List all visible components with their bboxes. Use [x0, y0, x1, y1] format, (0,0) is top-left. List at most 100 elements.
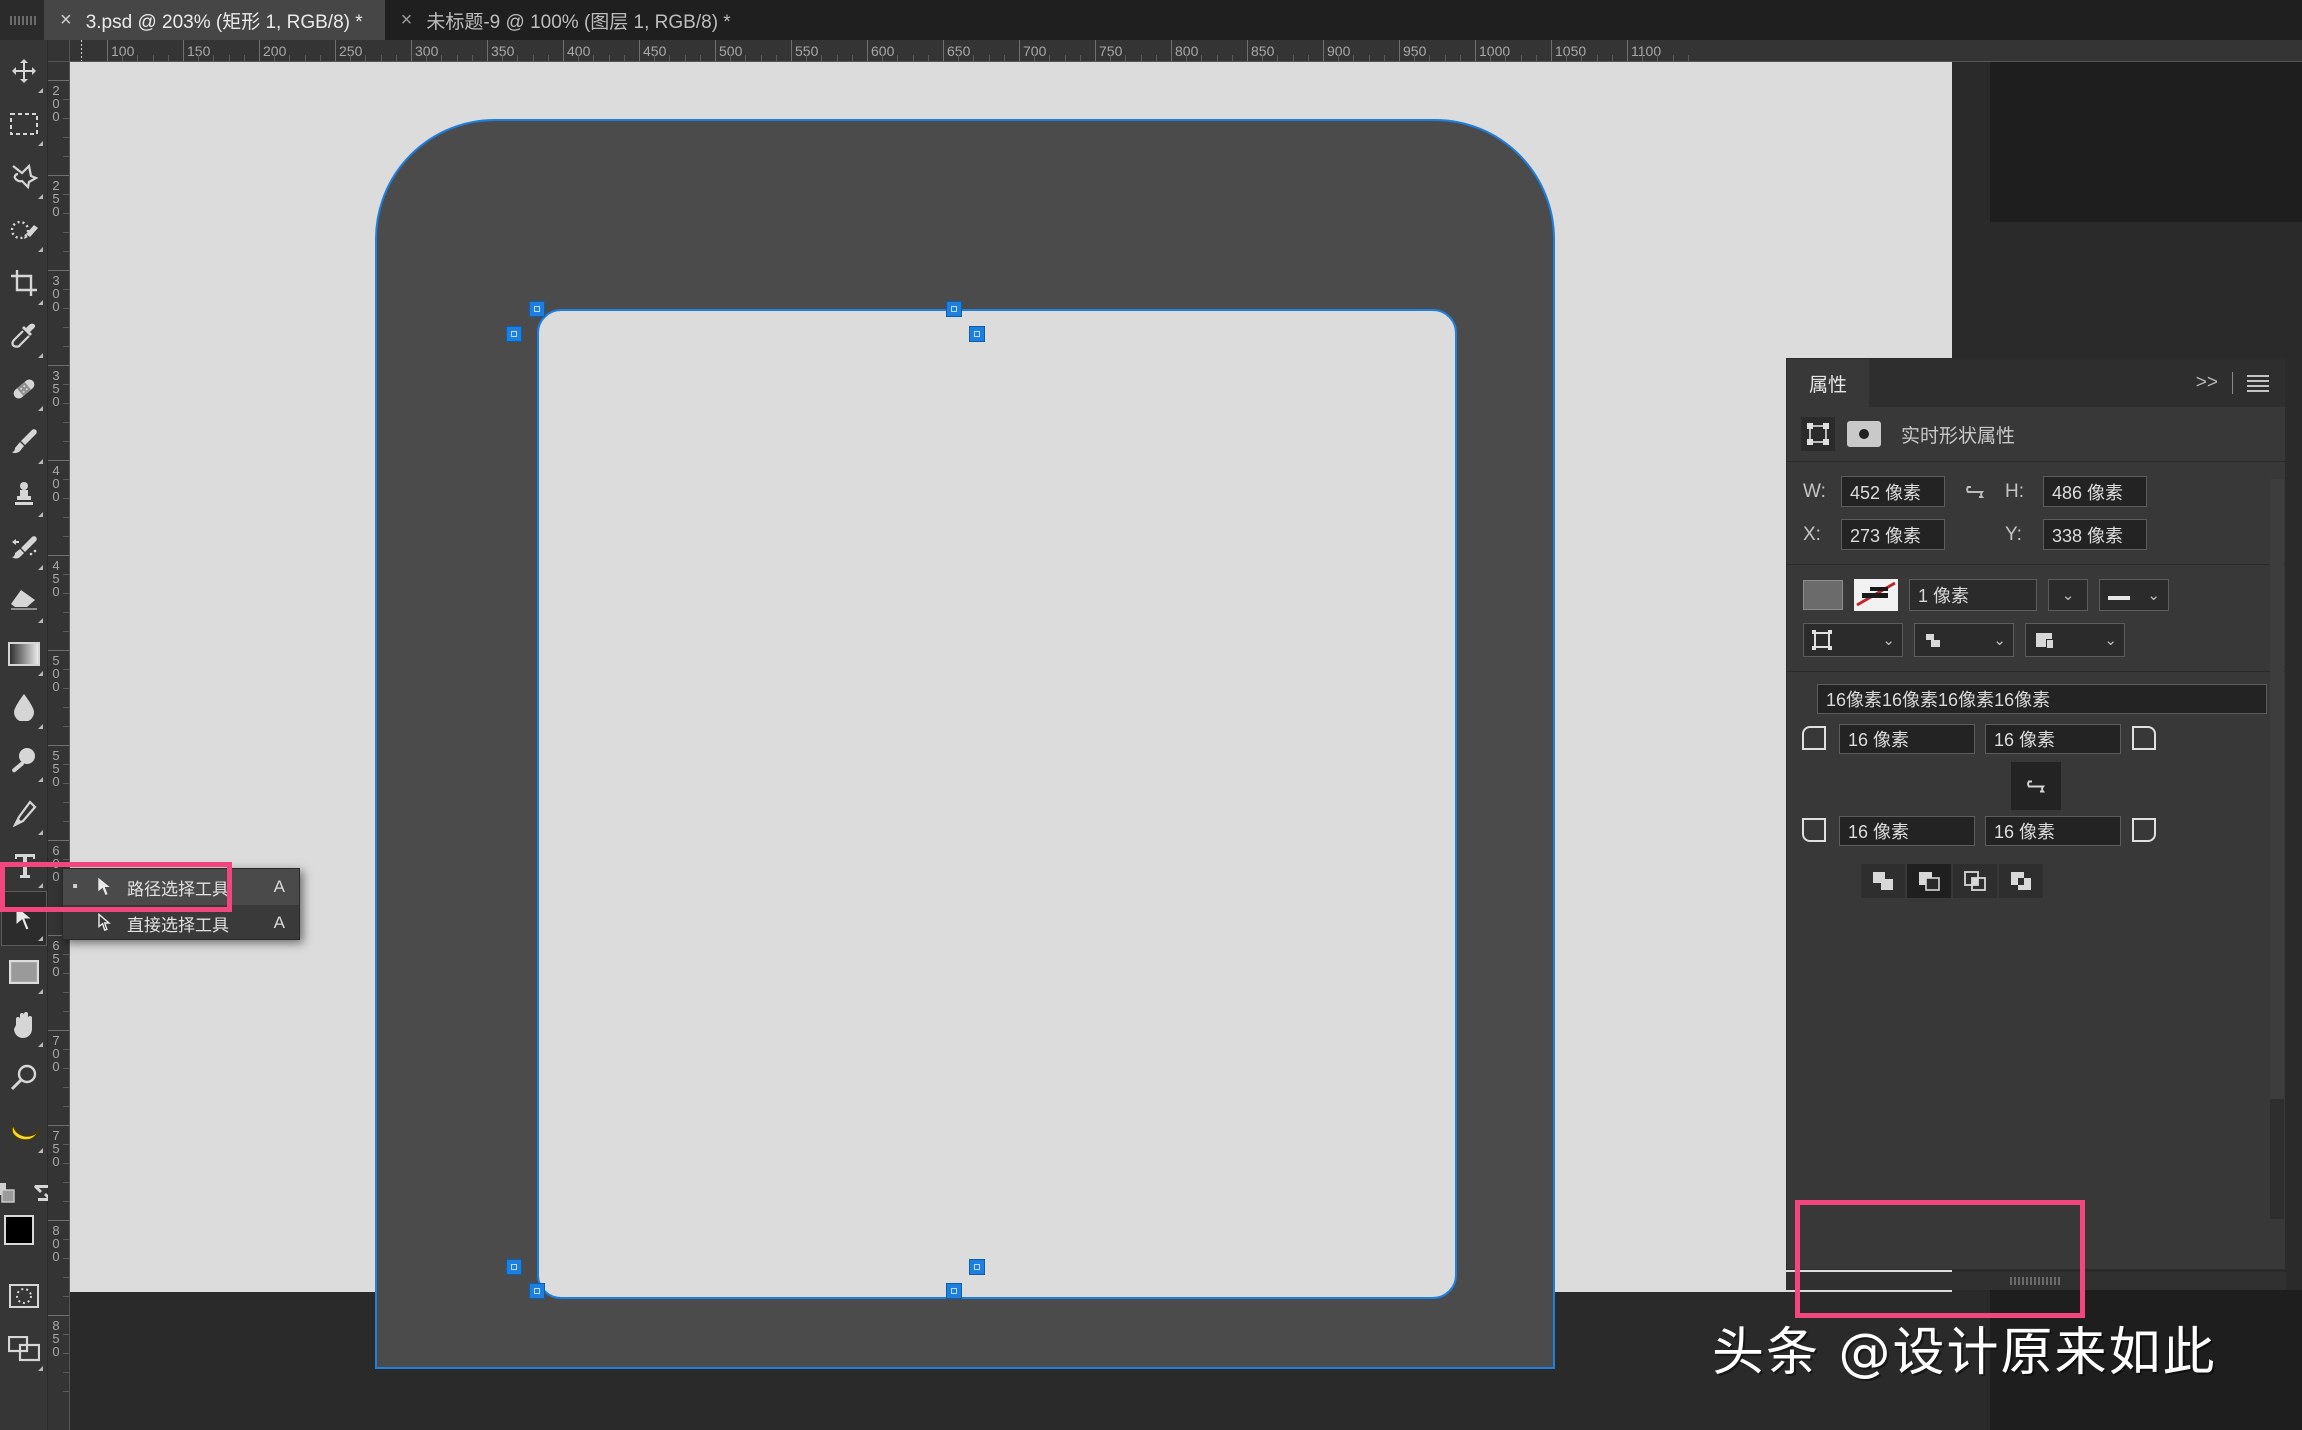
document-tab-2[interactable]: × 未标题-9 @ 100% (图层 1, RGB/8) * — [385, 0, 753, 40]
gradient-tool[interactable] — [2, 627, 46, 680]
panel-resize-grip[interactable] — [1786, 1272, 2286, 1290]
stroke-corner-select[interactable]: ⌄ — [2025, 623, 2125, 657]
pen-tool[interactable] — [2, 786, 46, 839]
corner-bottom-left-input[interactable]: 16 像素 — [1839, 816, 1975, 846]
anchor-handle-right-top[interactable] — [970, 327, 984, 341]
quick-mask-toggle[interactable] — [2, 1269, 46, 1322]
foreground-color-swatch[interactable] — [3, 1215, 34, 1245]
eraser-tool[interactable] — [2, 574, 46, 627]
shape-properties-icon[interactable] — [1801, 417, 1835, 451]
ruler-subtick — [63, 612, 69, 613]
brush-tool[interactable] — [2, 415, 46, 468]
ruler-subtick — [63, 1049, 69, 1050]
close-icon[interactable]: × — [401, 10, 413, 30]
color-swatches[interactable] — [2, 1213, 52, 1269]
corner-radius-summary[interactable]: 16像素16像素16像素16像素 — [1817, 684, 2267, 714]
hand-tool[interactable] — [2, 998, 46, 1051]
anchor-handle-right-bottom[interactable] — [970, 1260, 984, 1274]
ruler-subtick — [1353, 55, 1355, 61]
corner-bottom-right-input[interactable]: 16 像素 — [1985, 816, 2121, 846]
ruler-subtick — [395, 55, 397, 61]
inner-rounded-shape-selected[interactable] — [537, 309, 1457, 1299]
stroke-width-dropdown[interactable]: ⌄ — [2048, 579, 2088, 611]
clone-stamp-tool[interactable] — [2, 468, 46, 521]
ruler-tick — [48, 1125, 69, 1126]
stroke-width-select[interactable]: 1 像素 — [1909, 579, 2037, 611]
no-stroke-swatch[interactable] — [1854, 579, 1898, 611]
ruler-subtick — [63, 308, 69, 309]
screen-mode-toggle[interactable] — [2, 1322, 46, 1375]
combine-shapes-button[interactable] — [1861, 864, 1905, 898]
move-tool[interactable] — [2, 44, 46, 97]
rectangle-tool[interactable] — [2, 945, 46, 998]
tool-flyout-arrow-icon — [37, 671, 43, 676]
y-label: Y: — [2005, 523, 2022, 545]
y-input[interactable]: 338 像素 — [2043, 519, 2147, 550]
rectangular-marquee-tool[interactable] — [2, 97, 46, 150]
type-tool[interactable] — [2, 839, 46, 892]
close-icon[interactable]: × — [60, 10, 72, 30]
quick-selection-tool[interactable] — [2, 203, 46, 256]
properties-panel-scrollbar[interactable] — [2270, 479, 2284, 1219]
link-wh-icon[interactable] — [1955, 478, 1995, 506]
zoom-tool[interactable] — [2, 1051, 46, 1104]
ruler-tick — [48, 745, 69, 746]
link-corners-icon[interactable] — [2011, 762, 2061, 810]
corner-top-left-input[interactable]: 16 像素 — [1839, 724, 1975, 754]
ruler-tick — [48, 840, 69, 841]
anchor-handle-left-top[interactable] — [507, 327, 521, 341]
intersect-shape-areas-button[interactable] — [1953, 864, 1997, 898]
document-tab-1[interactable]: × 3.psd @ 203% (矩形 1, RGB/8) * — [44, 0, 385, 40]
vertical-ruler[interactable]: 2 0 0 2 5 0 3 0 0 3 5 0 4 0 0 4 5 0 5 0 0 5 5 0… — [48, 62, 70, 1430]
flyout-item-path-selection[interactable]: ▪ 路径选择工具 A — [63, 869, 299, 905]
ruler-subtick — [63, 669, 69, 670]
stroke-align-select[interactable]: ⌄ — [1803, 623, 1903, 657]
history-brush-tool[interactable] — [2, 521, 46, 574]
blur-tool[interactable] — [2, 680, 46, 733]
lasso-tool[interactable] — [2, 150, 46, 203]
ruler-label: 8 0 0 — [52, 1223, 60, 1264]
tab-properties[interactable]: 属性 — [1787, 359, 1870, 407]
live-shape-title: 实时形状属性 — [1901, 425, 2016, 447]
path-selection-tool[interactable] — [0, 891, 47, 946]
height-input[interactable]: 486 像素 — [2043, 476, 2147, 507]
default-colors-icon[interactable] — [0, 1182, 17, 1204]
anchor-handle-bottom-left[interactable] — [530, 1284, 544, 1298]
chevron-down-icon: ⌄ — [1882, 632, 1895, 649]
corner-top-right-icon — [2131, 725, 2159, 753]
stroke-cap-select[interactable]: ⌄ — [1914, 623, 2014, 657]
collapse-panel-icon[interactable]: >> — [2196, 372, 2218, 394]
path-selection-flyout-menu[interactable]: ▪ 路径选择工具 A 直接选择工具 A — [62, 868, 300, 940]
anchor-handle-bottom-right[interactable] — [947, 1284, 961, 1298]
subtract-front-shape-button[interactable] — [1907, 864, 1951, 898]
ruler-label: 400 — [567, 43, 591, 59]
ruler-subtick — [882, 55, 884, 61]
healing-brush-tool[interactable] — [2, 362, 46, 415]
ruler-subtick — [1140, 55, 1142, 61]
banana-tool[interactable] — [2, 1104, 46, 1157]
ruler-subtick — [1429, 55, 1431, 61]
ruler-subtick — [912, 55, 914, 61]
crop-tool[interactable] — [2, 256, 46, 309]
stroke-style-select[interactable]: ⌄ — [2099, 579, 2169, 611]
horizontal-ruler[interactable]: 100 150 200 250 300 350 400 450 500 550 600 650 700 7… — [70, 40, 2302, 62]
x-input[interactable]: 273 像素 — [1841, 519, 1945, 550]
panel-menu-icon[interactable] — [2247, 374, 2269, 392]
flyout-item-direct-selection[interactable]: 直接选择工具 A — [63, 905, 299, 941]
anchor-handle-top-left[interactable] — [530, 302, 544, 316]
ruler-subtick — [380, 55, 382, 61]
chevron-down-icon: ⌄ — [1993, 632, 2006, 649]
exclude-overlapping-shapes-button[interactable] — [1999, 864, 2043, 898]
ruler-subtick — [623, 55, 625, 61]
dodge-tool[interactable] — [2, 733, 46, 786]
fill-color-swatch[interactable] — [1803, 580, 1843, 610]
ruler-origin[interactable] — [48, 40, 70, 62]
eyedropper-tool[interactable] — [2, 309, 46, 362]
tabbar-grip[interactable] — [0, 0, 44, 40]
corner-top-right-input[interactable]: 16 像素 — [1985, 724, 2121, 754]
width-input[interactable]: 452 像素 — [1841, 476, 1945, 507]
mask-properties-icon[interactable] — [1847, 421, 1881, 447]
anchor-handle-top-right[interactable] — [947, 302, 961, 316]
ruler-subtick — [1292, 55, 1294, 61]
anchor-handle-left-bottom[interactable] — [507, 1260, 521, 1274]
